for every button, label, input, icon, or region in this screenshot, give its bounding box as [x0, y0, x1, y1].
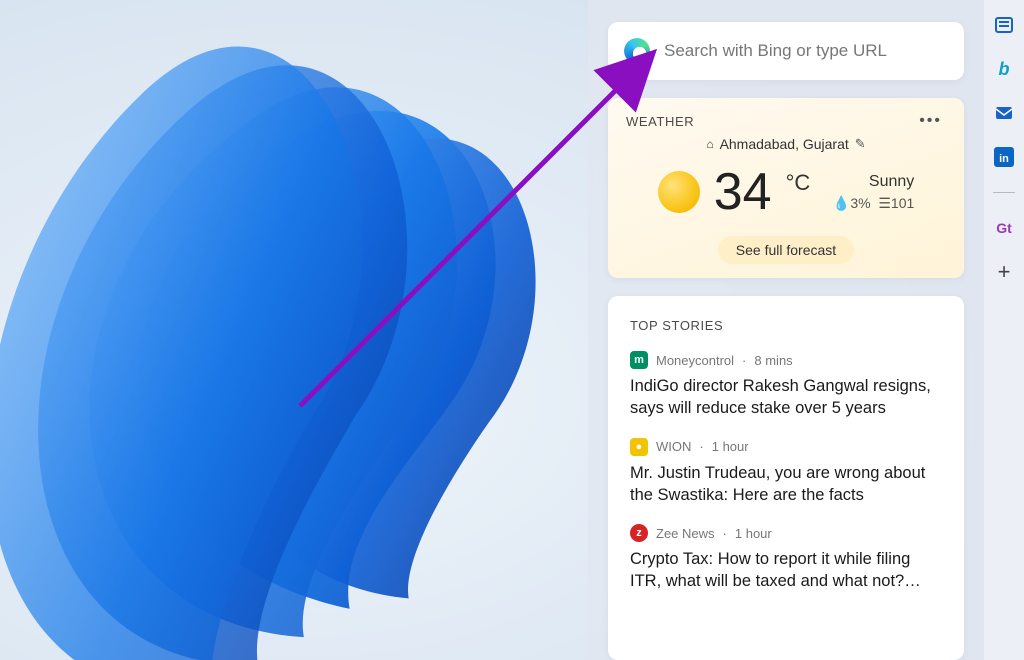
story-source: Zee News: [656, 526, 715, 541]
gt-icon[interactable]: Gt: [993, 217, 1015, 239]
story-headline: Mr. Justin Trudeau, you are wrong about …: [630, 462, 942, 507]
edge-icon: [624, 38, 650, 64]
bing-icon[interactable]: b: [993, 58, 1015, 80]
source-badge: z: [630, 524, 648, 542]
news-icon[interactable]: [993, 14, 1015, 36]
weather-unit: °C: [786, 170, 811, 196]
widgets-panel: WEATHER ••• ⌂ Ahmadabad, Gujarat ✎ 34 °C…: [588, 0, 984, 660]
location-marker-icon: ⌂: [706, 137, 713, 151]
story-source: Moneycontrol: [656, 353, 734, 368]
svg-text:in: in: [999, 153, 1009, 165]
weather-card[interactable]: WEATHER ••• ⌂ Ahmadabad, Gujarat ✎ 34 °C…: [608, 98, 964, 278]
outlook-icon[interactable]: [993, 102, 1015, 124]
story-item[interactable]: m Moneycontrol · 8 mins IndiGo director …: [630, 351, 942, 420]
story-item[interactable]: ● WION · 1 hour Mr. Justin Trudeau, you …: [630, 438, 942, 507]
story-headline: IndiGo director Rakesh Gangwal resigns, …: [630, 375, 942, 420]
right-rail: b in Gt +: [984, 0, 1024, 660]
weather-more-icon[interactable]: •••: [915, 112, 946, 130]
sun-icon: [658, 171, 700, 213]
rail-divider: [993, 192, 1015, 193]
weather-temperature: 34: [714, 162, 772, 222]
weather-title: WEATHER: [626, 114, 694, 129]
search-card[interactable]: [608, 22, 964, 80]
top-stories-title: TOP STORIES: [630, 318, 942, 333]
story-item[interactable]: z Zee News · 1 hour Crypto Tax: How to r…: [630, 524, 942, 593]
weather-details: 💧3% ☰101: [833, 195, 914, 212]
story-age: 1 hour: [712, 439, 749, 454]
linkedin-icon[interactable]: in: [993, 146, 1015, 168]
story-source: WION: [656, 439, 691, 454]
add-widget-icon[interactable]: +: [993, 261, 1015, 283]
weather-condition: Sunny: [869, 173, 914, 191]
story-headline: Crypto Tax: How to report it while filin…: [630, 548, 942, 593]
search-input[interactable]: [664, 41, 948, 61]
weather-main: 34 °C Sunny 💧3% ☰101: [626, 160, 946, 228]
weather-location[interactable]: ⌂ Ahmadabad, Gujarat ✎: [626, 136, 946, 152]
edit-location-icon[interactable]: ✎: [855, 136, 866, 152]
top-stories-card: TOP STORIES m Moneycontrol · 8 mins Indi…: [608, 296, 964, 660]
see-full-forecast-link[interactable]: See full forecast: [718, 236, 854, 264]
story-age: 1 hour: [735, 526, 772, 541]
source-badge: m: [630, 351, 648, 369]
story-age: 8 mins: [754, 353, 792, 368]
source-badge: ●: [630, 438, 648, 456]
weather-location-text: Ahmadabad, Gujarat: [720, 136, 849, 152]
